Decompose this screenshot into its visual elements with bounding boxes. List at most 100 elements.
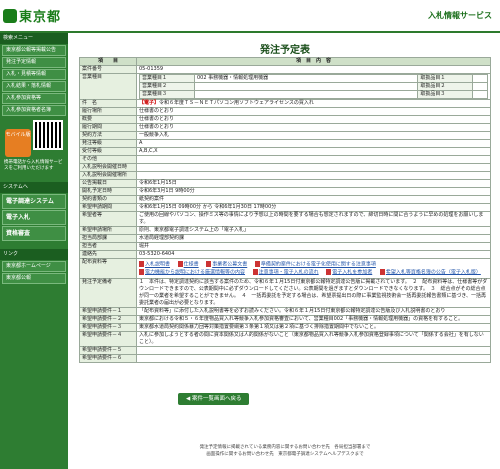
logo-text: 東京都 [19, 10, 62, 25]
field-label: 希望申請要件－２ [79, 315, 137, 324]
table-row: 配布資料等 入札説明書 仕様書 事業者公募文書 準備契約案件における電子化使用に… [79, 258, 491, 279]
table-row: 入札説明会開催場所 [79, 171, 491, 180]
sidebar-item-chotatsu[interactable]: 電子調達システム [2, 194, 66, 209]
file-link[interactable]: 事業者公募文書 [206, 261, 247, 269]
file-name[interactable]: 希望入札等資格名簿の公告（電子入札版） [386, 269, 481, 275]
item-value [472, 82, 488, 91]
field-label: 希望申請要件－４ [79, 331, 137, 347]
file-name[interactable]: 電力機能から説明における厳選情報等の内容 [145, 269, 245, 275]
system-name: 入札情報サービス [428, 11, 492, 20]
electronic-badge: 【電子】 [139, 100, 160, 106]
sidebar-item-nyusatsu[interactable]: 入札・見積等情報 [2, 69, 66, 80]
mobile-note: 携帯電話から入札情報サービスをご利用いただけます [4, 160, 63, 171]
col-item: 項 目 [79, 57, 137, 66]
field-value: ご使用の回線やパソコン、操作ミス等の事情により予想以上の時間を要する場合も想定さ… [136, 211, 491, 227]
file-name[interactable]: 電子入札を参加者 [332, 269, 372, 275]
pdf-icon [139, 268, 144, 275]
field-label: 担当者 [79, 242, 137, 251]
sidebar-item-kekka[interactable]: 入札結果・落札情報 [2, 81, 66, 92]
item-label: 取扱品目２ [417, 82, 474, 91]
field-label: 履行期間 [79, 123, 137, 132]
table-row: 入札説明会開催日時 [79, 163, 491, 172]
biz-label: 営業種目１ [139, 74, 195, 83]
field-label: 営業種目 [79, 73, 137, 100]
file-name[interactable]: 注意事項・電子入札の流れ [259, 269, 319, 275]
field-value: 堀井 [136, 242, 491, 251]
sidebar-item-shinsa[interactable]: 資格審査 [2, 226, 66, 241]
biz-value [193, 90, 419, 99]
footer-line: 発注予定情報に掲載されている業務内容に関するお問い合わせ先 各局担当部署まで [199, 445, 371, 450]
field-label: 契約書類の [79, 195, 137, 204]
table-row: 受付等級 A,B,C,X [79, 147, 491, 156]
biz-label: 営業種目２ [139, 82, 195, 91]
field-label: 入札説明会開催場所 [79, 171, 137, 180]
field-label: 開札予定日時 [79, 187, 137, 196]
pdf-icon [326, 268, 332, 275]
sidebar-item-denshi[interactable]: 電子入札 [2, 210, 66, 225]
field-value [136, 155, 491, 164]
field-label: 希望申請要件－６ [79, 354, 137, 363]
file-link[interactable]: 電子入札を参加者 [326, 268, 372, 277]
mobile-button[interactable]: モバイル版 [5, 129, 31, 157]
field-label: 配布資料等 [79, 258, 137, 279]
field-label: その他 [79, 155, 137, 164]
detail-table: 項 目 項 目 内 容 案件番号 05-01359 営業種目 営業種目１ 002 事… [79, 57, 491, 363]
footer-line: 画面操作に関するお問い合わせ先 東京都電子調達システムヘルプデスクまで [206, 452, 364, 457]
sidebar-section-search: 検索メニュー [0, 33, 68, 44]
field-value: 東京都における令和５・６年度物品買入れ等競争入札参加資格審査において、営業種目0… [136, 315, 491, 324]
table-row: 希望申請要件－５ [79, 346, 491, 355]
table-row: 希望申請要件－６ [79, 354, 491, 363]
sidebar-link-koho[interactable]: 東京都公報 [2, 273, 66, 284]
file-name[interactable]: 仕様書 [184, 262, 199, 268]
file-link[interactable]: 仕様書 [177, 261, 199, 269]
sidebar-item-koho[interactable]: 東京都公報等掲載公告 [2, 45, 66, 56]
field-value: 【電子】令和６年度ＴＳ－ＮＥＴパソコン用ソフトウェアライセンスの買入れ [136, 99, 491, 108]
pdf-icon [139, 261, 144, 267]
table-row: 公告掲載日 令和6年1月15日 [79, 179, 491, 188]
table-row: 希望申請要件－２ 東京都における令和５・６年度物品買入れ等競争入札参加資格審査にお… [79, 315, 491, 324]
files-cell: 入札説明書 仕様書 事業者公募文書 準備契約案件における電子化使用に関する注意事… [136, 258, 491, 279]
file-link[interactable]: 準備契約案件における電子化使用に関する注意事項 [254, 261, 376, 269]
file-link[interactable]: 電力機能から説明における厳選情報等の内容 [139, 268, 245, 277]
table-row: その他 [79, 155, 491, 164]
item-value [472, 74, 488, 83]
back-to-list-button[interactable]: ◀ 案件一覧画面へ戻る [178, 393, 250, 405]
sidebar-item-shikaku[interactable]: 入札参加資格等 [2, 93, 66, 104]
field-value: 原則、東京都電子調達システム上の「電子入札」 [136, 226, 491, 235]
sidebar-item-hacchu[interactable]: 発注予定情報 [2, 57, 66, 68]
table-row: 希望申請要件－１ 「配布資料等」に添付した入札説明書等を必ずお読みください。令和６… [79, 307, 491, 316]
field-value: 05-01359 [136, 65, 491, 74]
pdf-icon [252, 268, 258, 275]
table-row: 契約書類の 紙契約案件 [79, 195, 491, 204]
field-label: 受付等級 [79, 147, 137, 156]
file-link[interactable]: 注意事項・電子入札の流れ [252, 268, 319, 277]
field-label: 入札説明会開催日時 [79, 163, 137, 172]
field-value: 仕様書のとおり [136, 107, 491, 116]
tokyo-logo[interactable]: 東京都 [3, 6, 61, 25]
file-name[interactable]: 準備契約案件における電子化使用に関する注意事項 [261, 262, 376, 268]
footer: 発注予定情報に掲載されている業務内容に関するお問い合わせ先 各局担当部署まで 画… [79, 444, 491, 458]
file-link[interactable]: 希望入札等資格名簿の公告（電子入札版） [379, 268, 481, 277]
sidebar-item-meibo[interactable]: 入札参加資格者名簿 [2, 105, 66, 116]
table-row: 営業種目 営業種目１ 002 事務機器・情報処理用機器 取扱品目１ 営業種目２ 取扱品… [79, 73, 491, 100]
biz-value [193, 82, 419, 91]
field-label: 希望申請要件－１ [79, 307, 137, 316]
sidebar-link-homepage[interactable]: 東京都ホームページ [2, 261, 66, 272]
table-row: 連絡先 03-5320-6404 [79, 250, 491, 259]
table-row: 希望申請要件－３ 東京都水道局契約関係暴力団等対策措置要綱第３条第１項又は第２項に… [79, 323, 491, 332]
table-row: 発注等級 A [79, 139, 491, 148]
file-link[interactable]: 入札説明書 [139, 261, 170, 269]
table-row: 希望申請要件－４ 入札に参加しようとする者の間に資本関係又は人的関係がないこと（東… [79, 331, 491, 347]
field-label: 希望者等 [79, 211, 137, 227]
file-name[interactable]: 入札説明書 [145, 262, 170, 268]
table-row: 開札予定日時 令和6年3月1日 9時00分 [79, 187, 491, 196]
file-name[interactable]: 事業者公募文書 [212, 262, 247, 268]
business-cell: 営業種目１ 002 事務機器・情報処理用機器 取扱品目１ 営業種目２ 取扱品目２ 営業… [136, 73, 491, 100]
table-row: 担当局部課 水道局経理部契約課 [79, 234, 491, 243]
pdf-icon [254, 261, 260, 267]
page-header: 東京都 入札情報サービス [0, 0, 500, 33]
field-value: 令和6年3月1日 9時00分 [136, 187, 491, 196]
field-label: 連絡先 [79, 250, 137, 259]
field-label: 履行場所 [79, 107, 137, 116]
field-value: 仕様書のとおり [136, 115, 491, 124]
